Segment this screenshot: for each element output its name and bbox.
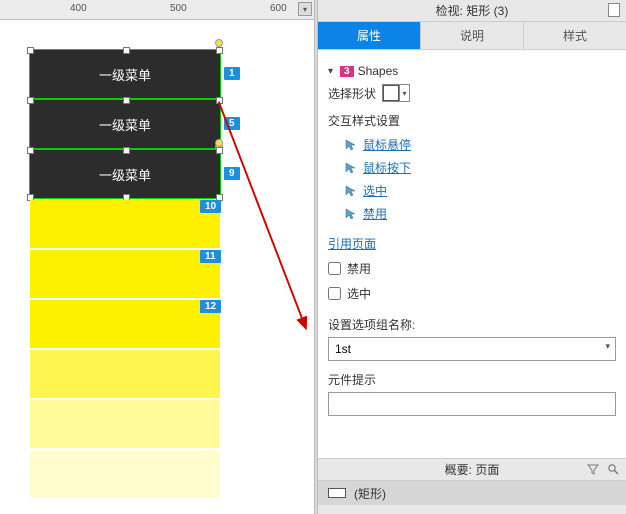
- expand-caret-icon[interactable]: ▾: [328, 66, 340, 77]
- tooltip-input[interactable]: [328, 392, 616, 416]
- resize-handle[interactable]: [216, 97, 223, 104]
- canvas-page[interactable]: 一级菜单 1 一级菜单 5 一级菜单: [0, 20, 314, 514]
- selection-type: Shapes: [358, 64, 399, 78]
- tooltip-label: 元件提示: [328, 371, 616, 388]
- yellow-row[interactable]: [30, 200, 220, 248]
- link-text: 禁用: [363, 205, 387, 222]
- link-selected[interactable]: 选中: [328, 179, 616, 202]
- resize-handle[interactable]: [27, 97, 34, 104]
- menu-item[interactable]: 一级菜单: [30, 150, 220, 198]
- outline-item[interactable]: (矩形): [318, 481, 626, 505]
- square-icon: [383, 85, 399, 101]
- footnote-badge: 1: [224, 67, 240, 80]
- chevron-down-icon[interactable]: ▾: [605, 341, 610, 352]
- horizontal-ruler: 400 500 600 ▾: [0, 0, 314, 20]
- group-name-input[interactable]: [328, 337, 616, 361]
- link-disabled[interactable]: 禁用: [328, 202, 616, 225]
- filter-icon[interactable]: [586, 462, 600, 476]
- outline-header: 概要: 页面: [318, 459, 626, 481]
- checkbox-label: 禁用: [347, 260, 371, 277]
- outline-panel: 概要: 页面 (矩形): [318, 458, 626, 514]
- resize-handle[interactable]: [27, 47, 34, 54]
- properties-body: ▾ 3 Shapes 选择形状 ▾ 交互样式设置 鼠标悬停: [318, 50, 626, 458]
- footnote-badge: 9: [224, 167, 240, 180]
- inspector-title-bar: 检视: 矩形 (3): [318, 0, 626, 22]
- interaction-styles-title: 交互样式设置: [328, 112, 616, 129]
- resize-handle[interactable]: [123, 147, 130, 154]
- search-icon[interactable]: [606, 462, 620, 476]
- select-shape-label: 选择形状: [328, 85, 376, 102]
- group-name-label: 设置选项组名称:: [328, 316, 616, 333]
- menu-item-label: 一级菜单: [99, 165, 151, 184]
- menu-item-label: 一级菜单: [99, 115, 151, 134]
- tab-properties[interactable]: 属性: [318, 22, 421, 49]
- ruler-tick: 600: [270, 3, 287, 14]
- resize-handle[interactable]: [27, 147, 34, 154]
- selection-count-badge: 3: [340, 66, 354, 77]
- checkbox-label: 选中: [347, 285, 371, 302]
- footnote-badge: 10: [200, 200, 221, 213]
- outline-item-label: (矩形): [354, 485, 386, 502]
- ruler-dropdown-icon[interactable]: ▾: [298, 2, 312, 16]
- resize-handle[interactable]: [216, 147, 223, 154]
- ruler-tick: 500: [170, 3, 187, 14]
- footnote-badge: 5: [224, 117, 240, 130]
- reference-page-link[interactable]: 引用页面: [328, 235, 616, 252]
- cursor-disabled-icon: [344, 208, 358, 220]
- page-icon[interactable]: [608, 3, 620, 17]
- ruler-tick: 400: [70, 3, 87, 14]
- menu-item-label: 一级菜单: [99, 65, 151, 84]
- cursor-icon: [344, 139, 358, 151]
- link-mouse-hover[interactable]: 鼠标悬停: [328, 133, 616, 156]
- yellow-row[interactable]: [30, 350, 220, 398]
- menu-item[interactable]: 一级菜单: [30, 50, 220, 98]
- yellow-row[interactable]: [30, 400, 220, 448]
- link-text: 选中: [363, 182, 387, 199]
- yellow-row[interactable]: [30, 250, 220, 298]
- link-mouse-down[interactable]: 鼠标按下: [328, 156, 616, 179]
- chevron-down-icon: ▾: [399, 85, 409, 101]
- resize-handle[interactable]: [123, 47, 130, 54]
- footnote-badge: 11: [200, 250, 221, 263]
- checkbox-selected[interactable]: [328, 287, 341, 300]
- tab-styles[interactable]: 样式: [524, 22, 626, 49]
- design-canvas[interactable]: 400 500 600 ▾ 一级菜单 1 一级菜单: [0, 0, 314, 514]
- link-text: 鼠标悬停: [363, 136, 411, 153]
- footnote-badge: 12: [200, 300, 221, 313]
- tab-notes[interactable]: 说明: [421, 22, 524, 49]
- link-text: 鼠标按下: [363, 159, 411, 176]
- shape-picker[interactable]: ▾: [382, 84, 410, 102]
- checkbox-disabled[interactable]: [328, 262, 341, 275]
- inspector-tabs: 属性 说明 样式: [318, 22, 626, 50]
- inspector-panel: 检视: 矩形 (3) 属性 说明 样式 ▾ 3 Shapes 选择形状 ▾ 交互…: [318, 0, 626, 514]
- resize-handle[interactable]: [216, 47, 223, 54]
- rotate-handle[interactable]: [215, 139, 223, 147]
- resize-handle[interactable]: [123, 97, 130, 104]
- rotate-handle[interactable]: [215, 39, 223, 47]
- cursor-down-icon: [344, 162, 358, 174]
- outline-title: 概要: 页面: [445, 461, 500, 478]
- yellow-row[interactable]: [30, 450, 220, 498]
- cursor-select-icon: [344, 185, 358, 197]
- inspector-title: 检视: 矩形 (3): [436, 2, 509, 19]
- menu-item[interactable]: 一级菜单: [30, 100, 220, 148]
- yellow-row[interactable]: [30, 300, 220, 348]
- rectangle-icon: [328, 488, 346, 498]
